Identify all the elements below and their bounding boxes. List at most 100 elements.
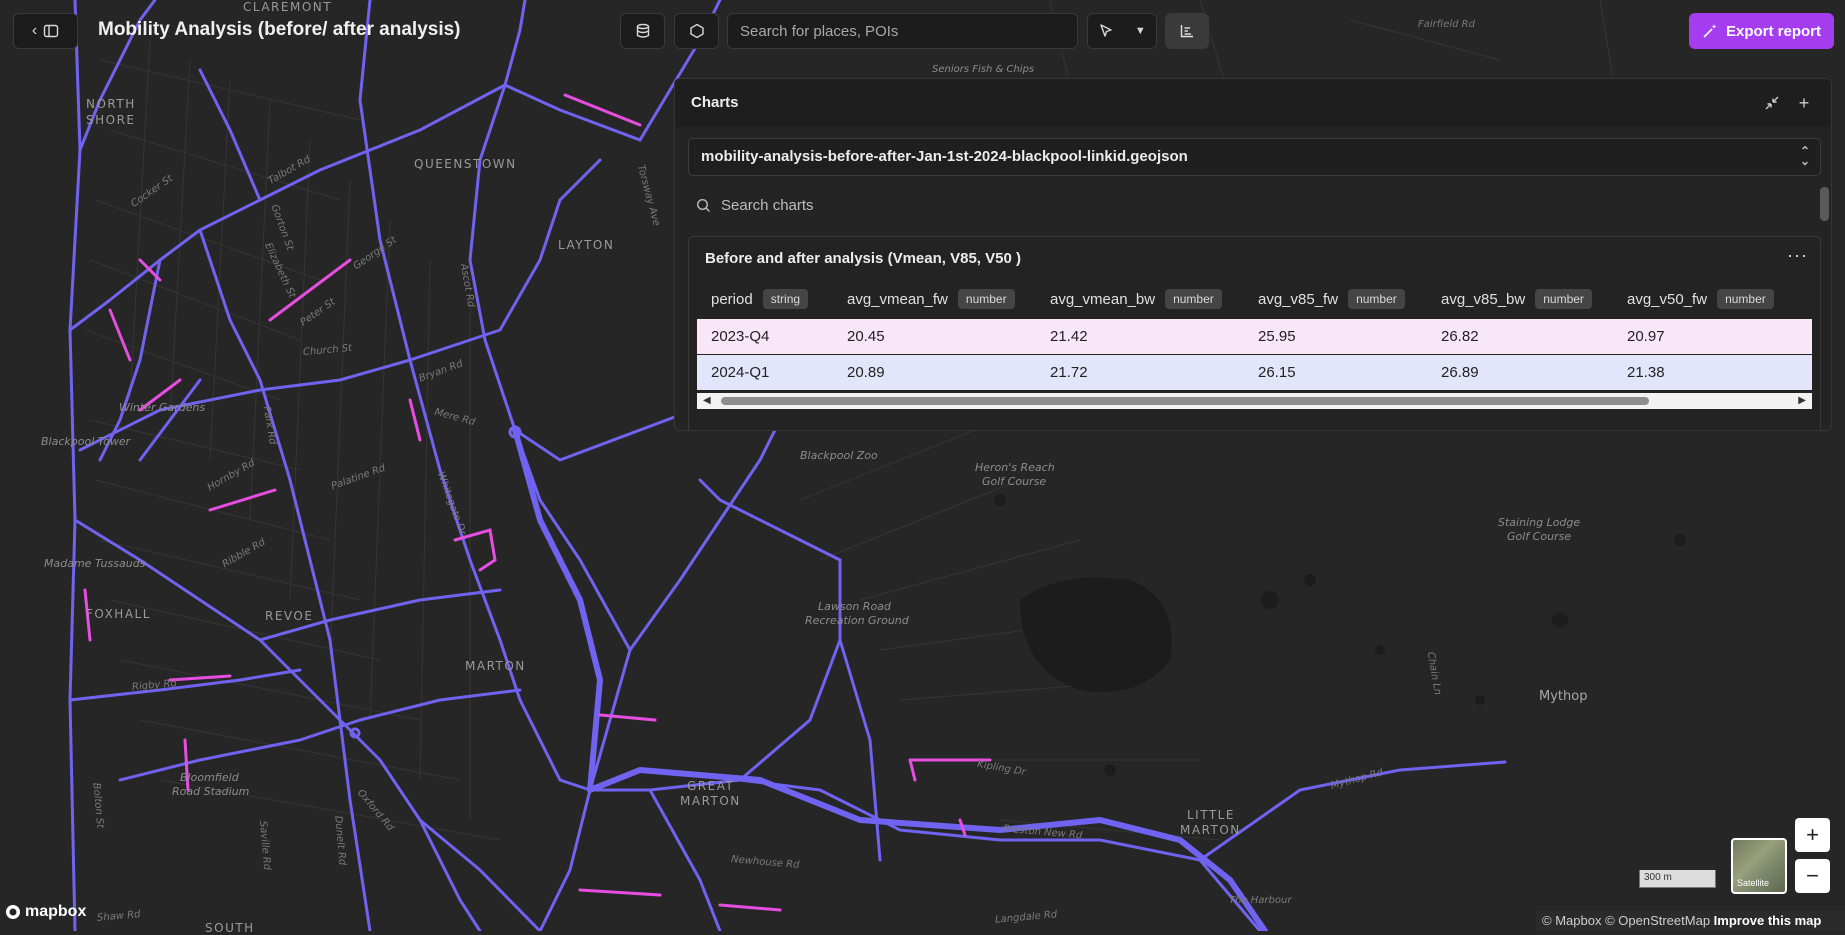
satellite-label: Satellite [1737, 878, 1770, 888]
dataset-select-value: mobility-analysis-before-after-Jan-1st-2… [701, 148, 1188, 165]
charts-toggle-button[interactable] [1165, 13, 1209, 49]
collapse-panel-button[interactable] [1760, 91, 1784, 115]
page-title: Mobility Analysis (before/ after analysi… [98, 19, 461, 40]
places-search-input[interactable] [727, 13, 1078, 49]
chevron-left-icon: ‹ [31, 22, 38, 39]
scroll-left-icon[interactable]: ◀ [703, 395, 711, 406]
scroll-right-icon[interactable]: ▶ [1798, 395, 1806, 406]
magic-wand-icon [1703, 24, 1717, 38]
map-label-herons-reach: Heron's Reach [975, 461, 1055, 474]
add-chart-button[interactable]: + [1792, 91, 1816, 115]
map-label-shore: SHORE [86, 113, 136, 127]
map-label-north: NORTH [86, 97, 136, 111]
charts-panel-title: Charts [691, 94, 739, 111]
polygon-button[interactable] [674, 13, 719, 49]
select-tool-button[interactable]: ▼ [1087, 13, 1157, 49]
map-label-winter-gardens: Winter Gardens [119, 401, 206, 414]
column-header[interactable]: avg_v50_fw number [1627, 281, 1774, 317]
column-name: avg_vmean_fw [847, 290, 948, 308]
map-label-great-marton: MARTON [680, 794, 741, 808]
map-label-claremont: CLAREMONT [243, 0, 333, 14]
column-header[interactable]: avg_vmean_bw number [1050, 281, 1222, 317]
map-label-blackpool-zoo: Blackpool Zoo [800, 449, 878, 462]
table-row[interactable]: 2024-Q1 20.89 21.72 26.15 26.89 21.38 [697, 355, 1812, 390]
column-type-badge: number [957, 289, 1015, 309]
chevron-down-icon[interactable]: ▼ [1135, 25, 1146, 37]
map-label-great: GREAT [687, 779, 735, 793]
chart-card-title: Before and after analysis (Vmean, V85, V… [705, 250, 1021, 267]
scrollbar-thumb[interactable] [721, 397, 1649, 405]
improve-map-link[interactable]: Improve this map [1714, 913, 1822, 928]
charts-panel-header: Charts + [675, 79, 1831, 127]
map-label-foxhall: FOXHALL [86, 607, 151, 621]
map-label-staining-lodge: Staining Lodge [1498, 516, 1581, 529]
mapbox-logo[interactable]: mapbox [5, 903, 86, 921]
map-label-blackpool-tower: Blackpool Tower [41, 435, 131, 448]
table-cell: 20.89 [847, 364, 885, 381]
table-cell: 20.45 [847, 328, 885, 345]
map-label-herons-golf: Golf Course [982, 475, 1047, 488]
map-label-lawson-road: Lawson Road [818, 600, 891, 613]
map-label-bloomfield: Bloomfield [180, 771, 239, 784]
plus-icon: + [1806, 822, 1819, 847]
hexagon-icon [689, 23, 704, 39]
table-cell: 26.82 [1441, 328, 1479, 345]
search-icon [696, 198, 710, 212]
map-label-madame-tussauds: Madame Tussauds [44, 557, 146, 570]
plus-icon: + [1798, 92, 1810, 113]
map-label-marton: MARTON [465, 659, 526, 673]
satellite-toggle[interactable]: Satellite [1731, 838, 1787, 894]
map-attribution: © Mapbox © OpenStreetMap Improve this ma… [1536, 911, 1845, 931]
table-horizontal-scrollbar[interactable]: ◀ ▶ [697, 393, 1812, 409]
chart-search-placeholder: Search charts [721, 196, 814, 214]
chart-search-input[interactable]: Search charts [688, 187, 1806, 223]
column-name: period [711, 290, 753, 308]
data-layers-button[interactable] [620, 13, 665, 49]
attribution-osm[interactable]: © OpenStreetMap [1605, 913, 1710, 928]
map-label-south: SOUTH [205, 921, 255, 935]
column-header[interactable]: avg_vmean_fw number [847, 281, 1015, 317]
table-cell: 2024-Q1 [711, 364, 770, 381]
map-label-mythop: Mythop [1539, 689, 1588, 704]
table-cell: 20.97 [1627, 328, 1665, 345]
column-type-badge: number [1535, 289, 1592, 309]
table-cell: 25.95 [1258, 328, 1296, 345]
more-options-icon[interactable]: ··· [1787, 245, 1808, 266]
panel-scrollbar[interactable] [1820, 187, 1829, 221]
zoom-out-button[interactable]: − [1795, 859, 1830, 893]
table-cell: 2023-Q4 [711, 328, 770, 345]
column-header[interactable]: avg_v85_fw number [1258, 281, 1405, 317]
map-label-bloomfield-stadium: Road Stadium [172, 785, 250, 798]
export-report-button[interactable]: Export report [1689, 13, 1834, 49]
attribution-mapbox[interactable]: © Mapbox [1542, 913, 1601, 928]
minimize-icon [1765, 96, 1779, 110]
zoom-in-button[interactable]: + [1795, 818, 1830, 852]
column-name: avg_v85_fw [1258, 290, 1339, 308]
export-report-label: Export report [1725, 22, 1821, 40]
database-icon [636, 23, 649, 38]
table-row[interactable]: 2023-Q4 20.45 21.42 25.95 26.82 20.97 [697, 319, 1812, 354]
charts-panel: Charts + mobility-analysis-before-after-… [674, 78, 1832, 431]
column-header[interactable]: period string [711, 281, 809, 317]
map-label-layton: LAYTON [558, 238, 615, 252]
sidebar-panel-icon [43, 24, 59, 38]
chart-card: Before and after analysis (Vmean, V85, V… [688, 236, 1821, 430]
data-table: period string avg_vmean_fw number avg_vmea… [697, 281, 1812, 391]
column-name: avg_vmean_bw [1050, 290, 1156, 308]
column-type-badge: number [1717, 289, 1774, 309]
table-cell: 26.89 [1441, 364, 1479, 381]
map-label-seniors: Seniors Fish & Chips [932, 64, 1035, 75]
map-label-revoe: REVOE [265, 609, 314, 623]
column-header[interactable]: avg_v85_bw number [1441, 281, 1592, 317]
dataset-select[interactable]: mobility-analysis-before-after-Jan-1st-2… [688, 138, 1821, 176]
column-name: avg_v50_fw [1627, 290, 1708, 308]
toggle-sidebar-button[interactable]: ‹ [13, 13, 78, 49]
map-label-little-marton: MARTON [1180, 823, 1241, 837]
column-type-badge: string [762, 289, 809, 309]
table-cell: 21.72 [1050, 364, 1088, 381]
map-scale: 300 m [1639, 870, 1716, 888]
column-name: avg_v85_bw [1441, 290, 1526, 308]
mapbox-brand: mapbox [25, 903, 87, 920]
minus-icon: − [1806, 863, 1819, 888]
map-label-lawson-rec: Recreation Ground [805, 614, 909, 627]
